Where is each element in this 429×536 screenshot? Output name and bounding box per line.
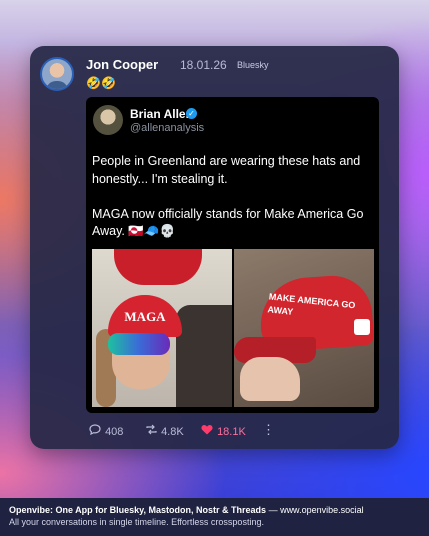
post-stats: 408 4.8K 18.1K ⋮ bbox=[88, 422, 318, 442]
footer-url[interactable]: — www.openvibe.social bbox=[269, 505, 364, 515]
hat-shape bbox=[114, 249, 202, 285]
quoted-post-text: People in Greenland are wearing these ha… bbox=[92, 154, 364, 238]
post-text: 🤣🤣 bbox=[86, 76, 116, 90]
network-label: Bluesky bbox=[237, 60, 269, 70]
more-vertical-icon: ⋮ bbox=[262, 422, 275, 437]
maga-hat-text: MAGA bbox=[124, 309, 166, 324]
photo-woman-maga-hat[interactable]: MAGA bbox=[92, 249, 232, 407]
heart-icon bbox=[200, 424, 214, 438]
repost-count: 4.8K bbox=[161, 426, 184, 438]
maga-hat: MAGA bbox=[108, 295, 182, 337]
cap-logo bbox=[354, 319, 370, 335]
speech-bubble-icon bbox=[88, 424, 102, 438]
quoted-author-avatar[interactable] bbox=[93, 105, 123, 135]
reply-button[interactable]: 408 bbox=[88, 424, 123, 438]
quoted-author-name[interactable]: Brian Allen bbox=[130, 107, 193, 121]
more-options-button[interactable]: ⋮ bbox=[262, 422, 275, 437]
repost-icon bbox=[144, 424, 158, 438]
quoted-post[interactable]: Brian Allen ✓ @allenanalysis People in G… bbox=[86, 97, 379, 413]
like-button[interactable]: 18.1K bbox=[200, 424, 246, 438]
reply-count: 408 bbox=[105, 426, 124, 438]
quoted-author-handle[interactable]: @allenanalysis bbox=[130, 122, 204, 134]
author-name[interactable]: Jon Cooper bbox=[86, 57, 158, 72]
goggles-shape bbox=[108, 333, 170, 355]
jacket-shape bbox=[176, 305, 232, 407]
post-date: 18.01.26 bbox=[180, 58, 227, 72]
photo-go-away-hat[interactable]: MAKE AMERICA GO AWAY bbox=[234, 249, 374, 407]
repost-button[interactable]: 4.8K bbox=[144, 424, 184, 438]
footer-brand: Openvibe: One App for Bluesky, Mastodon,… bbox=[9, 505, 267, 515]
avatar-figure bbox=[46, 81, 68, 89]
hand-shape bbox=[240, 357, 300, 401]
like-count: 18.1K bbox=[217, 426, 246, 438]
face-shape bbox=[112, 349, 170, 389]
verified-badge-icon: ✓ bbox=[186, 108, 197, 119]
promo-footer: Openvibe: One App for Bluesky, Mastodon,… bbox=[0, 498, 429, 536]
footer-tagline: All your conversations in single timelin… bbox=[9, 517, 264, 527]
author-avatar[interactable] bbox=[40, 57, 74, 91]
